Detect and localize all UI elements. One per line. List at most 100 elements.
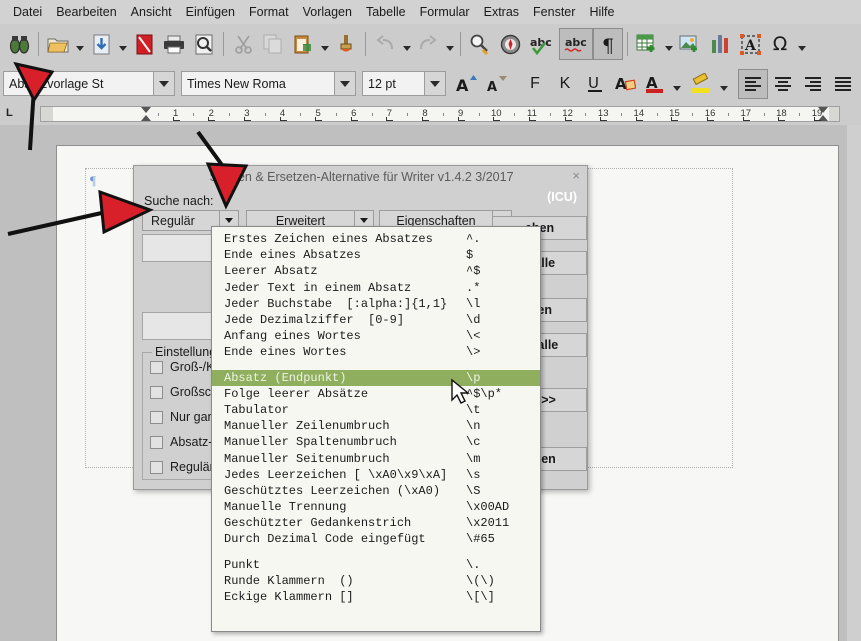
menu-item-einfuegen[interactable]: Einfügen: [179, 2, 242, 22]
navigator-icon[interactable]: [495, 28, 525, 60]
align-center-button[interactable]: [768, 69, 798, 99]
font-size-combo[interactable]: 12 pt: [362, 71, 446, 96]
menu-item-hilfe[interactable]: Hilfe: [582, 2, 621, 22]
ruler-tab-stop[interactable]: [743, 117, 750, 121]
formatting-marks-icon[interactable]: ¶: [593, 28, 623, 60]
menu-item-ansicht[interactable]: Ansicht: [124, 2, 179, 22]
paragraph-style-combo[interactable]: Absatzvorlage St: [3, 71, 175, 96]
menu-item-tabelle[interactable]: Tabelle: [359, 2, 413, 22]
paragraph-style-field[interactable]: Absatzvorlage St: [3, 71, 154, 96]
paste-icon[interactable]: [288, 28, 318, 60]
dropdown-item[interactable]: Geschütztes Leerzeichen (\xA0)\S: [212, 483, 540, 499]
justified-button[interactable]: [828, 69, 858, 99]
dropdown-item[interactable]: Geschützter Gedankenstrich\x2011: [212, 515, 540, 531]
dropdown-item[interactable]: Ende eines Wortes\>: [212, 344, 540, 360]
insert-image-icon[interactable]: [675, 28, 705, 60]
decrease-font-size-icon[interactable]: A: [482, 69, 512, 99]
highlighting-color-dropdown-arrow[interactable]: [717, 68, 730, 100]
bold-button[interactable]: F: [520, 69, 550, 99]
undo-icon[interactable]: [370, 28, 400, 60]
ruler-tab-stop[interactable]: [778, 117, 785, 121]
ruler-tab-stop[interactable]: [351, 117, 358, 121]
dropdown-item[interactable]: Anfang eines Wortes\<: [212, 328, 540, 344]
horizontal-ruler[interactable]: 12345678910111213141516171819: [40, 106, 840, 122]
dropdown-item[interactable]: Manuelle Trennung\x00AD: [212, 499, 540, 515]
menu-item-extras[interactable]: Extras: [477, 2, 526, 22]
vertical-scrollbar[interactable]: [847, 125, 861, 641]
dropdown-item[interactable]: Jede Dezimalziffer [0-9]\d: [212, 312, 540, 328]
dropdown-item[interactable]: Jeder Text in einem Absatz.*: [212, 280, 540, 296]
dropdown-item[interactable]: Folge leerer Absätze^$\p*: [212, 386, 540, 402]
checkbox-grossschreibung[interactable]: Großsch: [150, 385, 218, 399]
menu-item-fenster[interactable]: Fenster: [526, 2, 582, 22]
paragraph-style-dropdown-arrow[interactable]: [154, 71, 175, 96]
redo-icon[interactable]: [413, 28, 443, 60]
dropdown-item[interactable]: Eckige Klammern []\[\]: [212, 589, 540, 605]
checkbox-box[interactable]: [150, 411, 163, 424]
ruler-tab-stop[interactable]: [315, 117, 322, 121]
paste-dropdown-arrow[interactable]: [318, 28, 331, 60]
ruler-tab-stop[interactable]: [208, 117, 215, 121]
ruler-tab-stop[interactable]: [493, 117, 500, 121]
dropdown-item[interactable]: Tabulator\t: [212, 402, 540, 418]
dropdown-item[interactable]: Leerer Absatz^$: [212, 263, 540, 279]
dropdown-item[interactable]: Jedes Leerzeichen [ \xA0\x9\xA]\s: [212, 467, 540, 483]
insert-chart-icon[interactable]: [705, 28, 735, 60]
regex-shortcut-dropdown[interactable]: Erstes Zeichen eines Absatzes^.Ende eine…: [211, 226, 541, 632]
font-name-combo[interactable]: Times New Roma: [181, 71, 356, 96]
close-icon[interactable]: ×: [572, 168, 580, 183]
open-dropdown-arrow[interactable]: [73, 28, 86, 60]
clone-formatting-icon[interactable]: [331, 28, 361, 60]
dropdown-item[interactable]: Durch Dezimal Code eingefügt\#65: [212, 531, 540, 547]
ruler-tab-stop[interactable]: [707, 117, 714, 121]
spelling-icon[interactable]: abc: [525, 28, 559, 60]
align-right-button[interactable]: [798, 69, 828, 99]
font-size-dropdown-arrow[interactable]: [425, 71, 446, 96]
search-mode-value[interactable]: Regulär: [142, 210, 219, 231]
dropdown-item[interactable]: Ende eines Absatzes$: [212, 247, 540, 263]
ruler-tab-stop[interactable]: [529, 117, 536, 121]
underline-button[interactable]: U: [580, 69, 610, 99]
ruler-tab-stop[interactable]: [422, 117, 429, 121]
special-character-icon[interactable]: Ω: [765, 28, 795, 60]
menu-item-bearbeiten[interactable]: Bearbeiten: [49, 2, 123, 22]
ruler-tab-stop[interactable]: [173, 117, 180, 121]
cut-icon[interactable]: [228, 28, 258, 60]
menu-item-datei[interactable]: Datei: [6, 2, 49, 22]
save-icon[interactable]: [86, 28, 116, 60]
print-icon[interactable]: [159, 28, 189, 60]
font-color-icon[interactable]: A: [640, 69, 670, 99]
dropdown-item[interactable]: Manueller Spaltenumbruch\c: [212, 434, 540, 450]
checkbox-box[interactable]: [150, 436, 163, 449]
ruler-tab-stop[interactable]: [600, 117, 607, 121]
insert-table-dropdown-arrow[interactable]: [662, 28, 675, 60]
increase-font-size-icon[interactable]: A: [452, 69, 482, 99]
dropdown-item[interactable]: Manueller Seitenumbruch\m: [212, 450, 540, 466]
ruler-tab-stop[interactable]: [814, 117, 821, 121]
insert-table-icon[interactable]: [632, 28, 662, 60]
save-dropdown-arrow[interactable]: [116, 28, 129, 60]
left-indent-marker[interactable]: [140, 107, 151, 121]
tab-stop-selector[interactable]: L: [6, 107, 22, 121]
ruler-tab-stop[interactable]: [671, 117, 678, 121]
insert-text-box-icon[interactable]: A: [735, 28, 765, 60]
print-preview-icon[interactable]: [189, 28, 219, 60]
checkbox-gross-klein[interactable]: Groß-/Kl: [150, 360, 217, 374]
checkbox-box[interactable]: [150, 461, 163, 474]
export-pdf-icon[interactable]: [129, 28, 159, 60]
menu-item-formular[interactable]: Formular: [413, 2, 477, 22]
italic-button[interactable]: K: [550, 69, 580, 99]
ruler-tab-stop[interactable]: [386, 117, 393, 121]
special-character-dropdown-arrow[interactable]: [795, 28, 808, 60]
font-color-dropdown-arrow[interactable]: [670, 68, 683, 100]
load-url-icon[interactable]: [4, 28, 34, 60]
ruler-tab-stop[interactable]: [280, 117, 287, 121]
find-replace-icon[interactable]: [465, 28, 495, 60]
open-icon[interactable]: [43, 28, 73, 60]
ruler-tab-stop[interactable]: [565, 117, 572, 121]
autospellcheck-icon[interactable]: abc: [559, 28, 593, 60]
dropdown-item-selected[interactable]: Absatz (Endpunkt)\p: [212, 370, 540, 386]
ruler-tab-stop[interactable]: [636, 117, 643, 121]
font-name-dropdown-arrow[interactable]: [335, 71, 356, 96]
checkbox-box[interactable]: [150, 386, 163, 399]
